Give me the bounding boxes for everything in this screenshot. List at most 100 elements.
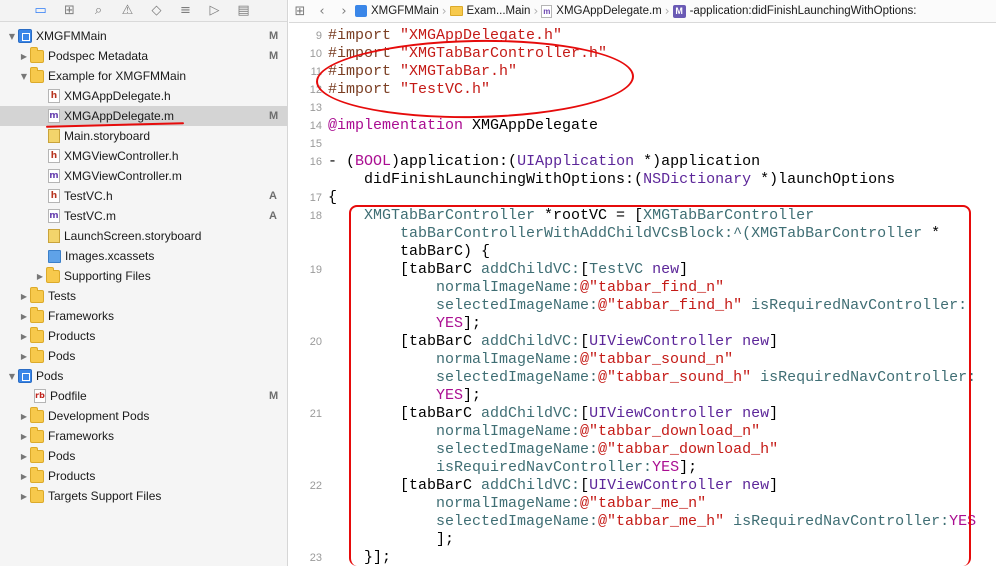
warning-icon[interactable]: ⚠: [117, 2, 138, 20]
debug-icon[interactable]: ≡: [175, 2, 196, 20]
disclosure-icon[interactable]: ▶: [18, 312, 30, 321]
code-line[interactable]: #import "TestVC.h": [328, 81, 490, 99]
code-line[interactable]: - (BOOL)application:(UIApplication *)app…: [328, 153, 760, 171]
disclosure-icon[interactable]: ▶: [34, 272, 46, 281]
tree-row[interactable]: Images.xcassets: [0, 246, 287, 266]
tree-row[interactable]: ▶ Supporting Files: [0, 266, 287, 286]
jump-bar-file[interactable]: m XMGAppDelegate.m: [541, 4, 662, 18]
code-line[interactable]: [tabBarC addChildVC:[UIViewController ne…: [328, 477, 778, 495]
search-icon[interactable]: ⌕: [88, 2, 109, 20]
tree-row[interactable]: m TestVC.m A: [0, 206, 287, 226]
code-line[interactable]: @implementation XMGAppDelegate: [328, 117, 598, 135]
tree-row-label: Development Pods: [48, 409, 150, 423]
code-line[interactable]: YES];: [328, 315, 481, 333]
tree-row[interactable]: ▶ Targets Support Files: [0, 486, 287, 506]
disclosure-icon[interactable]: ▶: [18, 412, 30, 421]
tree-row[interactable]: h TestVC.h A: [0, 186, 287, 206]
tree-row[interactable]: ▶ Development Pods: [0, 406, 287, 426]
tree-row[interactable]: rb Podfile M: [0, 386, 287, 406]
jump-bar-method[interactable]: M -application:didFinishLaunchingWithOpt…: [672, 4, 917, 18]
disclosure-icon[interactable]: ▶: [18, 52, 30, 61]
report-icon[interactable]: ▤: [233, 2, 254, 20]
folder-icon: [30, 346, 44, 363]
tree-row[interactable]: ▼ Example for XMGFMMain: [0, 66, 287, 86]
tree-row[interactable]: ▶ Pods: [0, 346, 287, 366]
code-line[interactable]: normalImageName:@"tabbar_download_n": [328, 423, 760, 441]
line-number: 15: [309, 138, 322, 150]
code-line[interactable]: tabBarC) {: [328, 243, 490, 261]
code-token: ]: [769, 333, 779, 350]
code-line[interactable]: #import "XMGTabBarController.h": [328, 45, 607, 63]
code-token: addChildVC:: [481, 333, 581, 350]
test-icon[interactable]: ◇: [146, 2, 167, 20]
code-line[interactable]: selectedImageName:@"tabbar_download_h": [328, 441, 778, 459]
code-line[interactable]: [tabBarC addChildVC:[TestVC new]: [328, 261, 688, 279]
code-token: YES: [652, 459, 680, 476]
code-token: YES: [436, 387, 464, 404]
code-line[interactable]: selectedImageName:@"tabbar_sound_h" isRe…: [328, 369, 976, 387]
code-line[interactable]: isRequiredNavController:YES];: [328, 459, 697, 477]
code-line[interactable]: normalImageName:@"tabbar_me_n": [328, 495, 706, 513]
code-line[interactable]: tabBarControllerWithAddChildVCsBlock:^(X…: [328, 225, 940, 243]
back-icon[interactable]: ‹: [311, 4, 333, 19]
related-items-icon[interactable]: ⊞: [289, 4, 311, 19]
disclosure-icon[interactable]: ▶: [18, 352, 30, 361]
code-line[interactable]: #import "XMGTabBar.h": [328, 63, 517, 81]
code-line[interactable]: ];: [328, 531, 454, 549]
code-line[interactable]: normalImageName:@"tabbar_find_n": [328, 279, 724, 297]
tree-row[interactable]: ▶ Podspec Metadata M: [0, 46, 287, 66]
code-token: selectedImageName:: [328, 369, 599, 386]
folder-icon: [30, 286, 44, 303]
code-token: [tabBarC: [328, 333, 482, 350]
code-token: #import: [328, 63, 401, 80]
code-token: new: [742, 405, 770, 422]
code-token: selectedImageName:: [328, 441, 599, 458]
folder-icon[interactable]: ▭: [30, 2, 51, 20]
jump-bar-group[interactable]: Exam...Main: [449, 5, 530, 17]
jump-bar: ⊞ ‹ › XMGFMMain › Exam...Main › m XMGApp…: [289, 0, 996, 23]
tree-row[interactable]: h XMGAppDelegate.h: [0, 86, 287, 106]
tree-row[interactable]: LaunchScreen.storyboard: [0, 226, 287, 246]
tree-row[interactable]: ▶ Frameworks: [0, 426, 287, 446]
code-line[interactable]: YES];: [328, 387, 481, 405]
code-token: [tabBarC: [328, 477, 482, 494]
tree-row[interactable]: h XMGViewController.h: [0, 146, 287, 166]
code-line[interactable]: normalImageName:@"tabbar_sound_n": [328, 351, 733, 369]
code-line[interactable]: }];: [328, 549, 391, 566]
disclosure-icon[interactable]: ▶: [18, 452, 30, 461]
disclosure-icon[interactable]: ▼: [18, 72, 30, 81]
tree-row[interactable]: ▶ Products: [0, 466, 287, 486]
hierarchy-icon[interactable]: ⊞: [59, 2, 80, 20]
code-line[interactable]: #import "XMGAppDelegate.h": [328, 27, 562, 45]
code-line[interactable]: XMGTabBarController *rootVC = [XMGTabBar…: [328, 207, 814, 225]
disclosure-icon[interactable]: ▼: [6, 372, 18, 381]
forward-icon[interactable]: ›: [333, 4, 355, 19]
jump-bar-project[interactable]: XMGFMMain: [355, 5, 439, 17]
code-line[interactable]: selectedImageName:@"tabbar_me_h" isRequi…: [328, 513, 976, 531]
disclosure-icon[interactable]: ▶: [18, 472, 30, 481]
code-line[interactable]: didFinishLaunchingWithOptions:(NSDiction…: [328, 171, 895, 189]
disclosure-icon[interactable]: ▶: [18, 292, 30, 301]
breakpoint-icon[interactable]: ▷: [204, 2, 225, 20]
tree-row-label: Frameworks: [48, 309, 115, 323]
disclosure-icon[interactable]: ▶: [18, 332, 30, 341]
code-line[interactable]: [tabBarC addChildVC:[UIViewController ne…: [328, 333, 778, 351]
disclosure-icon[interactable]: ▶: [18, 432, 30, 441]
code-area[interactable]: 9 10 11 12 13 14 15 16 17 18 19 20 21 22…: [289, 24, 996, 566]
tree-row[interactable]: ▶ Tests: [0, 286, 287, 306]
tree-row[interactable]: ▶ Products: [0, 326, 287, 346]
code-line[interactable]: [tabBarC addChildVC:[UIViewController ne…: [328, 405, 778, 423]
code-line[interactable]: selectedImageName:@"tabbar_find_h" isReq…: [328, 297, 967, 315]
tree-row[interactable]: ▼ Pods: [0, 366, 287, 386]
tree-row-label: XMGFMMain: [36, 29, 107, 43]
code-line[interactable]: {: [328, 189, 337, 207]
tree-row[interactable]: ▼ XMGFMMain M: [0, 26, 287, 46]
disclosure-icon[interactable]: ▼: [6, 32, 18, 41]
tree-row[interactable]: ▶ Pods: [0, 446, 287, 466]
tree-row[interactable]: ▶ Frameworks: [0, 306, 287, 326]
disclosure-icon[interactable]: ▶: [18, 492, 30, 501]
tree-row[interactable]: m XMGViewController.m: [0, 166, 287, 186]
tree-row[interactable]: Main.storyboard: [0, 126, 287, 146]
